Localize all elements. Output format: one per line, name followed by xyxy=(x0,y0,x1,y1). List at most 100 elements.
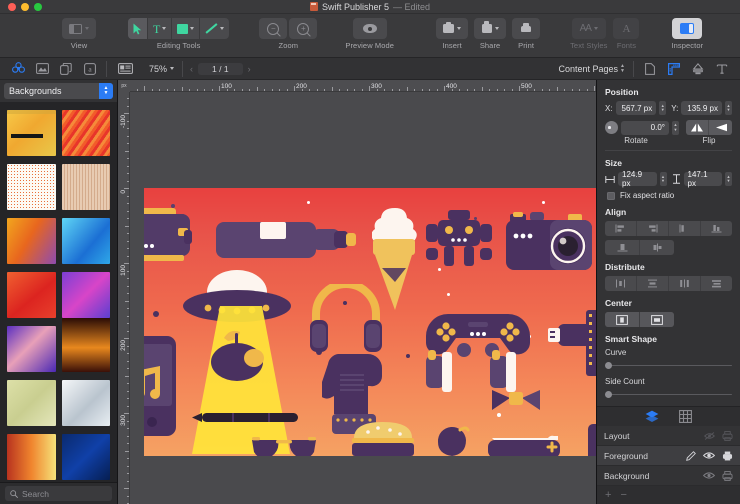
y-stepper[interactable]: ▲ ▼ xyxy=(725,101,732,115)
center-vertically-button[interactable] xyxy=(640,312,674,327)
preview-mode-button[interactable] xyxy=(352,18,387,39)
fonts-button[interactable]: A xyxy=(613,18,640,39)
eye-icon[interactable] xyxy=(703,451,715,460)
shape-tool-button[interactable] xyxy=(172,18,201,39)
inspector-bottom-tabs[interactable] xyxy=(597,406,740,426)
page-navigation[interactable]: ‹ 1 / 1 › xyxy=(187,62,254,75)
height-stepper[interactable]: ▲ ▼ xyxy=(725,172,732,186)
background-thumbnails-grid[interactable] xyxy=(0,102,117,482)
y-field[interactable]: 135.9 px xyxy=(681,101,722,115)
center-horizontally-button[interactable] xyxy=(605,312,640,327)
layer-icons[interactable] xyxy=(704,430,733,441)
align-center-h-button[interactable] xyxy=(637,221,669,236)
layers-list[interactable]: Layout Foreground Background xyxy=(597,426,740,486)
align-row-2[interactable] xyxy=(605,240,674,255)
distribute-v-button[interactable] xyxy=(637,276,669,291)
remove-layer-button[interactable]: − xyxy=(620,489,626,501)
align-right-button[interactable] xyxy=(669,221,701,236)
list-item[interactable] xyxy=(7,271,56,318)
flip-horizontal-button[interactable] xyxy=(686,120,709,135)
align-top-button[interactable] xyxy=(605,240,640,255)
curve-slider[interactable] xyxy=(605,360,732,370)
canvas-stage[interactable] xyxy=(130,92,596,504)
line-tool-button[interactable] xyxy=(200,18,229,39)
rotate-stepper[interactable]: ▲ ▼ xyxy=(672,120,679,135)
table-row[interactable]: Background xyxy=(597,466,740,486)
document-page[interactable] xyxy=(144,188,596,456)
width-field[interactable]: 124.9 px xyxy=(618,170,657,188)
flip-buttons[interactable] xyxy=(686,120,732,135)
layers-tab[interactable] xyxy=(645,410,659,423)
list-item[interactable] xyxy=(61,379,110,426)
editing-tools-segmented[interactable]: T xyxy=(128,18,230,39)
duplicate-button[interactable] xyxy=(54,58,78,80)
zoom-level-selector[interactable]: 75% xyxy=(145,64,178,74)
side-count-slider-handle[interactable] xyxy=(605,390,612,398)
master-pages-button[interactable] xyxy=(6,58,30,80)
category-dropdown[interactable]: Backgrounds ▲ ▼ xyxy=(4,82,113,99)
share-button[interactable] xyxy=(474,18,507,39)
zoom-out-button[interactable]: − xyxy=(259,18,288,39)
layer-icons[interactable] xyxy=(703,470,733,481)
eye-off-icon[interactable] xyxy=(704,431,715,440)
flip-vertical-button[interactable] xyxy=(709,120,732,135)
list-item[interactable] xyxy=(61,433,110,480)
align-middle-button[interactable] xyxy=(640,240,674,255)
pointer-tool-button[interactable] xyxy=(128,18,148,39)
text-box-button[interactable]: a xyxy=(78,58,102,80)
add-layer-button[interactable]: + xyxy=(605,489,611,501)
grid-tab[interactable] xyxy=(679,410,692,423)
zoom-in-button[interactable]: + xyxy=(289,18,318,39)
fix-aspect-ratio-row[interactable]: Fix aspect ratio xyxy=(607,191,732,200)
list-item[interactable] xyxy=(7,163,56,210)
list-item[interactable] xyxy=(7,109,56,156)
print-icon[interactable] xyxy=(722,451,733,461)
guides-tab-button[interactable] xyxy=(662,58,686,80)
text-styles-button[interactable]: AA xyxy=(571,18,606,39)
page-tab-button[interactable] xyxy=(638,58,662,80)
layers-toolbar[interactable]: + − xyxy=(597,486,740,504)
side-count-slider[interactable] xyxy=(605,389,732,399)
list-item[interactable] xyxy=(61,271,110,318)
table-row[interactable]: Layout xyxy=(597,426,740,446)
center-row[interactable] xyxy=(605,312,674,327)
search-input[interactable]: Search xyxy=(5,486,112,501)
table-row[interactable]: Foreground xyxy=(597,446,740,466)
prev-page-button[interactable]: ‹ xyxy=(187,64,196,74)
align-row-1[interactable] xyxy=(605,221,732,236)
list-item[interactable] xyxy=(7,217,56,264)
page-indicator[interactable]: 1 / 1 xyxy=(198,62,243,75)
horizontal-ruler[interactable]: px 100 200 300 400 500 xyxy=(118,80,596,92)
print-off-icon[interactable] xyxy=(722,430,733,441)
x-stepper[interactable]: ▲ ▼ xyxy=(659,101,667,115)
distribute-spacing-h-button[interactable] xyxy=(669,276,701,291)
layer-icons[interactable] xyxy=(686,450,733,461)
list-item[interactable] xyxy=(61,217,110,264)
vertical-ruler[interactable]: -100 0 100 200 300 xyxy=(118,92,130,504)
text-tab-button[interactable] xyxy=(710,58,734,80)
inspector-button[interactable] xyxy=(672,18,703,39)
insert-button[interactable] xyxy=(436,18,469,39)
page-layout-button[interactable] xyxy=(111,58,139,80)
eye-icon[interactable] xyxy=(703,471,715,480)
content-pages-selector[interactable]: Content Pages ▲ ▼ xyxy=(559,64,626,74)
x-field[interactable]: 567.7 px xyxy=(615,101,657,115)
rotate-field[interactable]: 0.0° xyxy=(621,120,669,135)
distribute-spacing-v-button[interactable] xyxy=(701,276,732,291)
list-item[interactable] xyxy=(7,379,56,426)
list-item[interactable] xyxy=(61,163,110,210)
list-item[interactable] xyxy=(61,109,110,156)
distribute-h-button[interactable] xyxy=(605,276,637,291)
list-item[interactable] xyxy=(7,433,56,480)
pencil-icon[interactable] xyxy=(686,450,696,461)
fix-aspect-ratio-checkbox[interactable] xyxy=(607,191,615,200)
text-tool-button[interactable]: T xyxy=(148,18,173,39)
view-button[interactable] xyxy=(62,18,96,39)
print-button[interactable] xyxy=(512,18,541,39)
image-placeholder-button[interactable] xyxy=(30,58,54,80)
height-field[interactable]: 147.1 px xyxy=(683,170,722,188)
align-left-button[interactable] xyxy=(605,221,637,236)
list-item[interactable] xyxy=(61,317,110,372)
distribute-row[interactable] xyxy=(605,276,732,291)
curve-slider-handle[interactable] xyxy=(605,361,612,369)
